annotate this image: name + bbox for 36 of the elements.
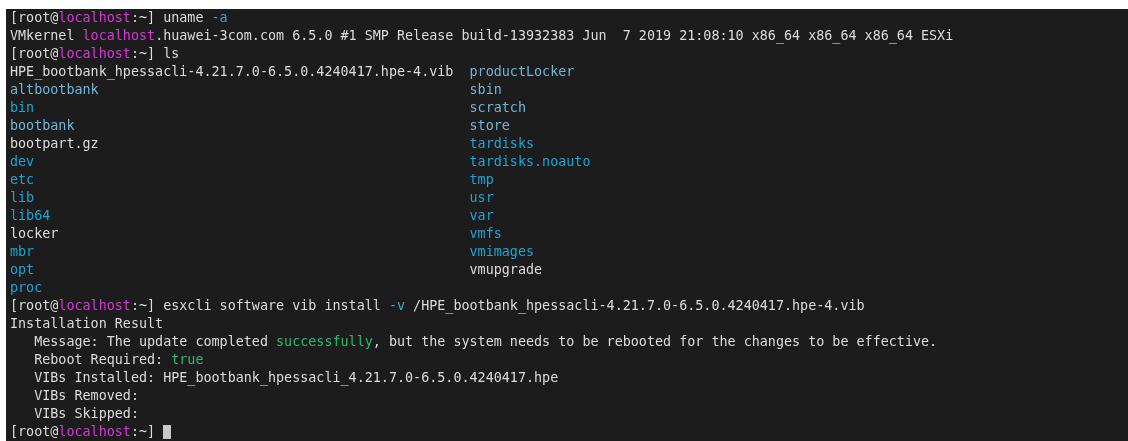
- file-name: tmp: [469, 171, 494, 189]
- file-name: mbr: [10, 243, 35, 261]
- terminal-line: Installation Result: [10, 315, 164, 333]
- terminal-line: VIBs Skipped:: [33, 405, 139, 423]
- file-name: scratch: [469, 99, 526, 117]
- file-name: etc: [10, 171, 35, 189]
- file-name: bootpart.gz: [10, 135, 99, 153]
- file-name: lib64: [10, 207, 51, 225]
- file-name: store: [469, 117, 510, 135]
- file-name: sbin: [469, 81, 502, 99]
- file-name: altbootbank: [10, 81, 99, 99]
- file-name: opt: [10, 261, 35, 279]
- file-name: HPE_bootbank_hpessacli-4.21.7.0-6.5.0.4240417.hpe-4.vib: [10, 63, 454, 81]
- terminal-line: VIBs Removed:: [33, 387, 139, 405]
- file-name: tardisks: [469, 135, 534, 153]
- file-name: productLocker: [469, 63, 575, 81]
- file-name: vmfs: [469, 225, 502, 243]
- file-name: vmupgrade: [469, 261, 543, 279]
- terminal-line: VIBs Installed: HPE_bootbank_hpessacli_4.21.7.0-6.5.0.4240417.hpe: [33, 369, 559, 387]
- terminal-line: [root@localhost:~] esxcli software vib install -v /HPE_bootbank_hpessacli-4.21.7.0-6.5.0.4240417.hpe-4.vib: [10, 297, 865, 315]
- terminal-line: VMkernel localhost.huawei-3com.com 6.5.0 #1 SMP Release build-13932383 Jun 7 2019 21:08:10 x86_64 x86_64 x86_64 ESXi: [10, 27, 954, 45]
- terminal-line: Reboot Required: true: [33, 351, 204, 369]
- file-name: vmimages: [469, 243, 534, 261]
- file-name: bin: [10, 99, 35, 117]
- file-name: bootbank: [10, 117, 75, 135]
- file-name: locker: [10, 225, 59, 243]
- terminal-line: [root@localhost:~] ls: [10, 45, 180, 63]
- file-name: proc: [10, 279, 43, 297]
- file-name: lib: [10, 189, 35, 207]
- terminal-line: Message: The update completed successfully, but the system needs to be rebooted for the changes to be effective.: [33, 333, 938, 351]
- terminal-line: [root@localhost:~]: [10, 423, 157, 441]
- file-name: tardisks.noauto: [469, 153, 591, 171]
- file-name: dev: [10, 153, 35, 171]
- terminal-line: [root@localhost:~] uname -a: [10, 9, 228, 27]
- file-name: usr: [469, 189, 494, 207]
- file-name: var: [469, 207, 494, 225]
